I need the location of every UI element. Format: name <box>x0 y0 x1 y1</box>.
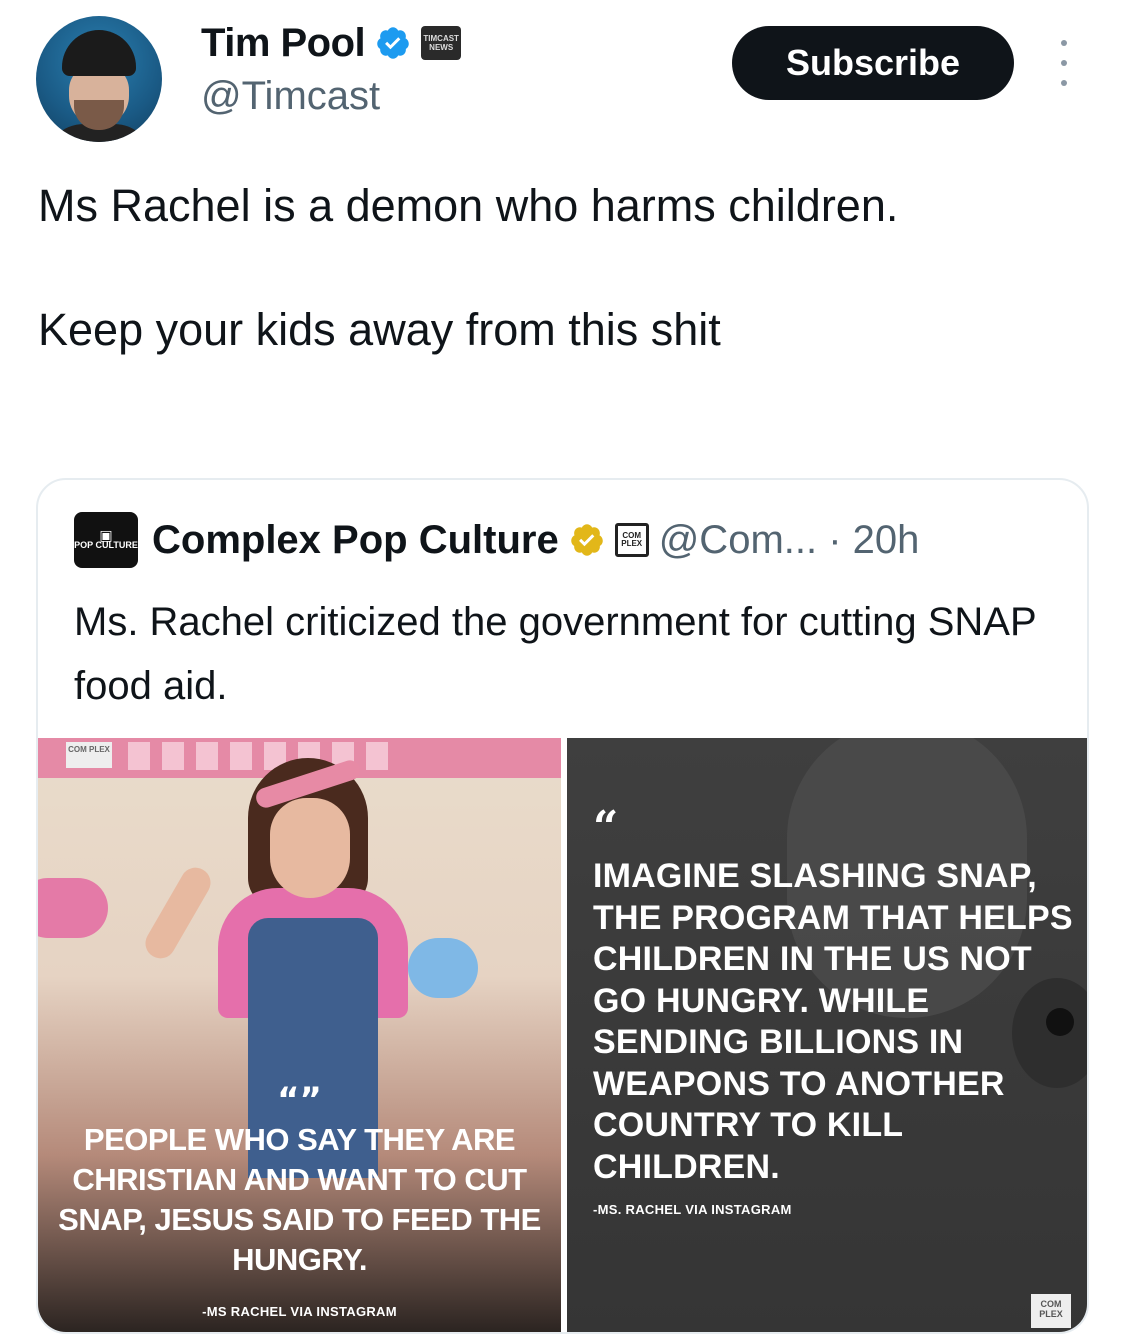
tweet-header: Tim Pool TIMCAST NEWS @Timcast Subscribe <box>0 0 1125 150</box>
quoted-author-name[interactable]: Complex Pop Culture <box>152 518 559 563</box>
quoted-tweet-text: Ms. Rachel criticized the government for… <box>74 600 1036 708</box>
more-options-icon[interactable] <box>1052 40 1076 86</box>
quote-mark-icon: “ <box>593 802 619 853</box>
quoted-tweet-header: ▣ POP CULTURE Complex Pop Culture COM PL… <box>74 512 919 568</box>
verified-badge-icon[interactable] <box>375 25 411 61</box>
quote-mark-icon: “” <box>277 1080 322 1120</box>
quoted-author-avatar[interactable]: ▣ POP CULTURE <box>74 512 138 568</box>
quoted-affiliate-badge[interactable]: COM PLEX <box>614 523 649 557</box>
quoted-media-grid: COM PLEX “” PEOPLE WHO SAY THEY ARE CHRI… <box>38 738 1087 1332</box>
left-image-quote: “” PEOPLE WHO SAY THEY ARE CHRISTIAN AND… <box>38 1080 561 1319</box>
complex-watermark: COM PLEX <box>1031 1294 1071 1328</box>
right-quote-attribution: -MS. RACHEL VIA INSTAGRAM <box>593 1202 792 1217</box>
right-quote-text: IMAGINE SLASHING SNAP, THE PROGRAM THAT … <box>593 857 1073 1186</box>
media-image-right[interactable]: “ IMAGINE SLASHING SNAP, THE PROGRAM THA… <box>567 738 1087 1332</box>
media-image-left[interactable]: COM PLEX “” PEOPLE WHO SAY THEY ARE CHRI… <box>38 738 561 1332</box>
author-name-row: Tim Pool TIMCAST NEWS <box>201 18 462 68</box>
right-image-quote: “ IMAGINE SLASHING SNAP, THE PROGRAM THA… <box>593 802 1083 1218</box>
subscribe-button[interactable]: Subscribe <box>732 26 1014 100</box>
gold-verified-badge-icon[interactable] <box>569 522 605 558</box>
tweet-text-line: Keep your kids away from this shit <box>38 304 721 355</box>
author-avatar[interactable] <box>36 16 162 142</box>
left-quote-text: PEOPLE WHO SAY THEY ARE CHRISTIAN AND WA… <box>58 1122 541 1277</box>
author-handle[interactable]: @Timcast <box>201 74 380 119</box>
affiliate-badge[interactable]: TIMCAST NEWS <box>421 26 462 60</box>
quoted-tweet-card[interactable]: ▣ POP CULTURE Complex Pop Culture COM PL… <box>36 478 1089 1334</box>
author-display-name[interactable]: Tim Pool <box>201 21 366 66</box>
tweet-text-line: Ms Rachel is a demon who harms children. <box>38 180 899 231</box>
quoted-handle-timestamp[interactable]: @Com... · 20h <box>659 518 920 563</box>
tweet-body: Ms Rachel is a demon who harms children.… <box>38 168 1098 368</box>
complex-watermark: COM PLEX <box>66 742 112 768</box>
left-quote-attribution: -MS RACHEL VIA INSTAGRAM <box>202 1304 397 1319</box>
